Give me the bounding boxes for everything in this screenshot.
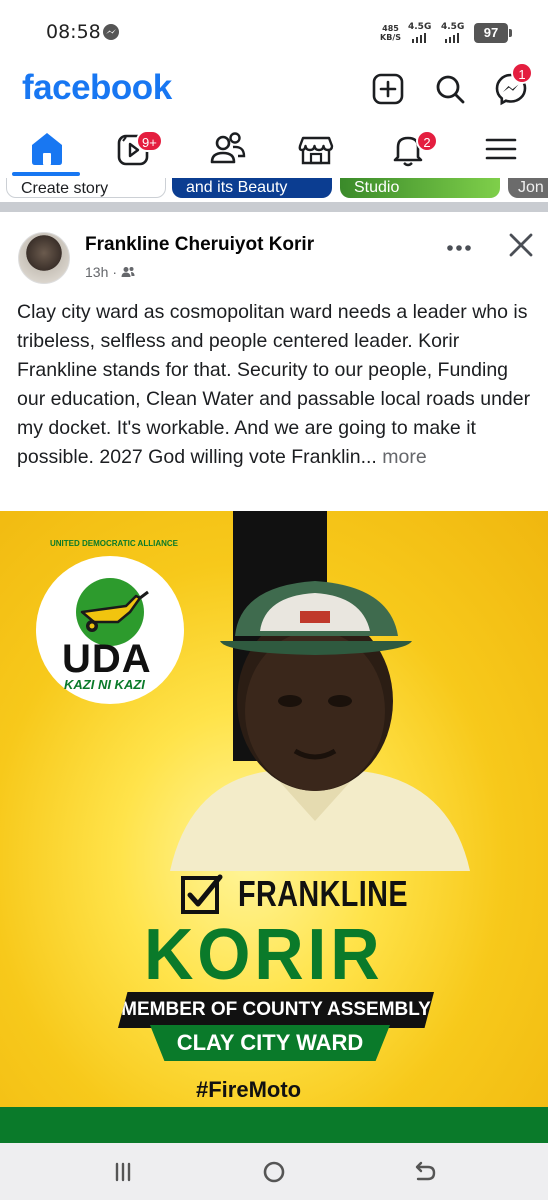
close-icon — [509, 233, 533, 257]
tab-notifications[interactable]: 2 — [386, 126, 438, 170]
post-meta: 13h · — [85, 264, 135, 280]
candidate-last-name: KORIR — [144, 915, 384, 995]
candidate-first-name: FRANKLINE — [238, 873, 408, 914]
hide-post-button[interactable] — [506, 230, 536, 260]
tab-video[interactable]: 9+ — [112, 126, 163, 170]
poster-bottom-band — [0, 1107, 548, 1143]
search-icon — [436, 75, 465, 104]
separator-dot: · — [112, 264, 118, 280]
marketplace-icon — [298, 136, 334, 165]
signal-icon-2: 4.5G — [441, 22, 467, 44]
hamburger-menu-icon — [485, 138, 517, 160]
party-abbreviation: UDA — [62, 637, 152, 681]
tab-friends[interactable] — [206, 126, 250, 170]
tab-marketplace[interactable] — [294, 126, 338, 170]
notifications-badge: 2 — [416, 130, 438, 152]
post-author[interactable]: Frankline Cheruiyot Korir — [85, 234, 314, 256]
story-item[interactable]: and its Beauty — [172, 178, 332, 198]
candidate-ward: CLAY CITY WARD — [150, 1025, 390, 1061]
post-time[interactable]: 13h — [85, 264, 108, 280]
author-avatar[interactable] — [18, 232, 70, 284]
post-options-button[interactable] — [445, 240, 475, 256]
plus-square-icon — [372, 73, 404, 105]
post-text: Clay city ward as cosmopolitan ward need… — [17, 301, 531, 468]
system-navigation-bar — [0, 1143, 548, 1200]
screen: 08:58 485 KB/S 4.5G 4.5G 97 facebook 1 9… — [0, 0, 548, 1200]
signal-icon: 4.5G — [408, 22, 434, 44]
party-name: UNITED DEMOCRATIC ALLIANCE — [50, 539, 178, 548]
story-label: and its Beauty — [186, 179, 288, 196]
messenger-badge: 1 — [511, 62, 533, 84]
friends-audience-icon — [121, 267, 135, 277]
candidate-role: MEMBER OF COUNTY ASSEMBLY — [118, 992, 434, 1028]
active-tab-indicator — [12, 172, 80, 176]
back-icon — [415, 1161, 436, 1181]
campaign-hashtag: #FireMoto — [196, 1077, 302, 1102]
more-options-icon — [447, 245, 471, 251]
story-label: Create story — [21, 180, 109, 197]
search-button[interactable] — [433, 72, 467, 106]
party-motto: KAZI NI KAZI — [64, 677, 145, 692]
status-time: 08:58 — [46, 21, 101, 43]
post-body: Clay city ward as cosmopolitan ward need… — [17, 298, 537, 471]
checkbox-icon — [181, 874, 223, 914]
messenger-button[interactable]: 1 — [494, 62, 533, 106]
story-item[interactable]: Jon — [508, 178, 548, 198]
story-label: Jon — [518, 179, 544, 196]
battery-icon: 97 — [474, 23, 512, 43]
status-indicators: 485 KB/S 4.5G 4.5G 97 — [380, 20, 512, 46]
tab-menu[interactable] — [479, 126, 523, 170]
status-bar: 08:58 485 KB/S 4.5G 4.5G 97 — [0, 0, 548, 64]
tab-bar: 9+ 2 — [0, 122, 548, 178]
network-speed: 485 KB/S — [380, 24, 401, 42]
recent-apps-button[interactable] — [108, 1157, 138, 1187]
stories-strip: Create story and its Beauty Studio Jon — [0, 178, 548, 202]
feed-divider — [0, 202, 548, 212]
story-create[interactable]: Create story — [6, 178, 166, 198]
tab-home[interactable] — [25, 126, 69, 170]
candidate-photo — [170, 581, 470, 871]
recent-apps-icon — [115, 1162, 131, 1182]
create-post-button[interactable] — [371, 72, 405, 106]
back-button[interactable] — [410, 1157, 440, 1187]
home-button[interactable] — [259, 1157, 289, 1187]
home-circle-icon — [263, 1161, 285, 1183]
messenger-notification-icon — [103, 24, 119, 40]
app-header: facebook 1 — [0, 62, 548, 116]
home-icon — [32, 133, 62, 165]
story-label: Studio — [354, 179, 400, 196]
post-header: Frankline Cheruiyot Korir 13h · — [0, 212, 548, 292]
video-badge: 9+ — [136, 130, 163, 152]
see-more-link[interactable]: more — [382, 446, 426, 468]
post-image[interactable]: UNITED DEMOCRATIC ALLIANCE UDA KAZI NI K… — [0, 511, 548, 1143]
story-item[interactable]: Studio — [340, 178, 500, 198]
friends-icon — [210, 132, 246, 164]
facebook-logo: facebook — [22, 68, 172, 107]
